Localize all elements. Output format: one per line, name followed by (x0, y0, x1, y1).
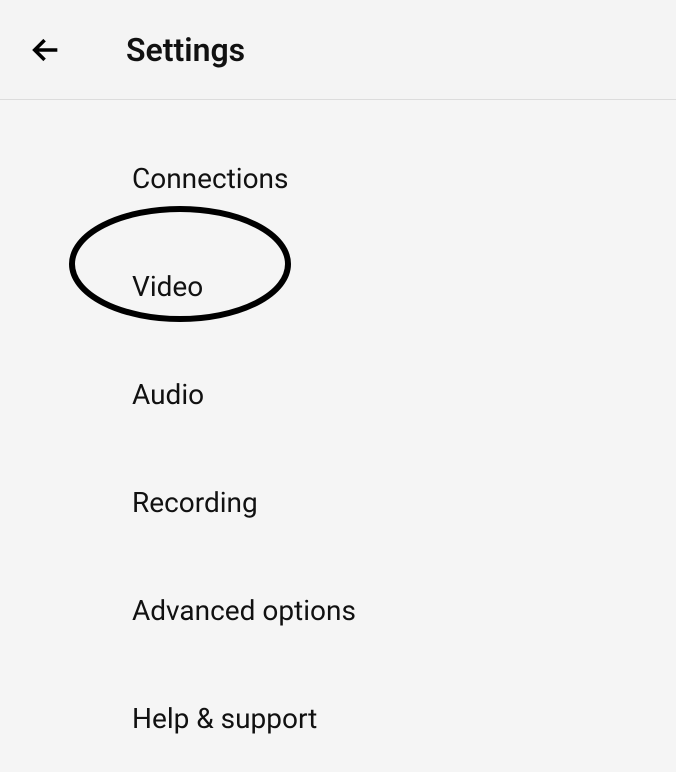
list-item-advanced-options[interactable]: Advanced options (0, 556, 676, 664)
list-item-video[interactable]: Video (0, 232, 676, 340)
list-item-connections[interactable]: Connections (0, 124, 676, 232)
list-item-label: Video (132, 270, 203, 303)
list-item-label: Connections (132, 162, 288, 195)
list-item-help-support[interactable]: Help & support (0, 664, 676, 772)
list-item-label: Recording (132, 486, 258, 519)
arrow-left-icon (29, 33, 63, 67)
list-item-label: Audio (132, 378, 204, 411)
page-title: Settings (126, 31, 245, 69)
list-item-recording[interactable]: Recording (0, 448, 676, 556)
list-item-audio[interactable]: Audio (0, 340, 676, 448)
settings-list: Connections Video Audio Recording Advanc… (0, 100, 676, 772)
list-item-label: Help & support (132, 702, 317, 735)
back-button[interactable] (24, 28, 68, 72)
app-header: Settings (0, 0, 676, 100)
list-item-label: Advanced options (132, 594, 356, 627)
